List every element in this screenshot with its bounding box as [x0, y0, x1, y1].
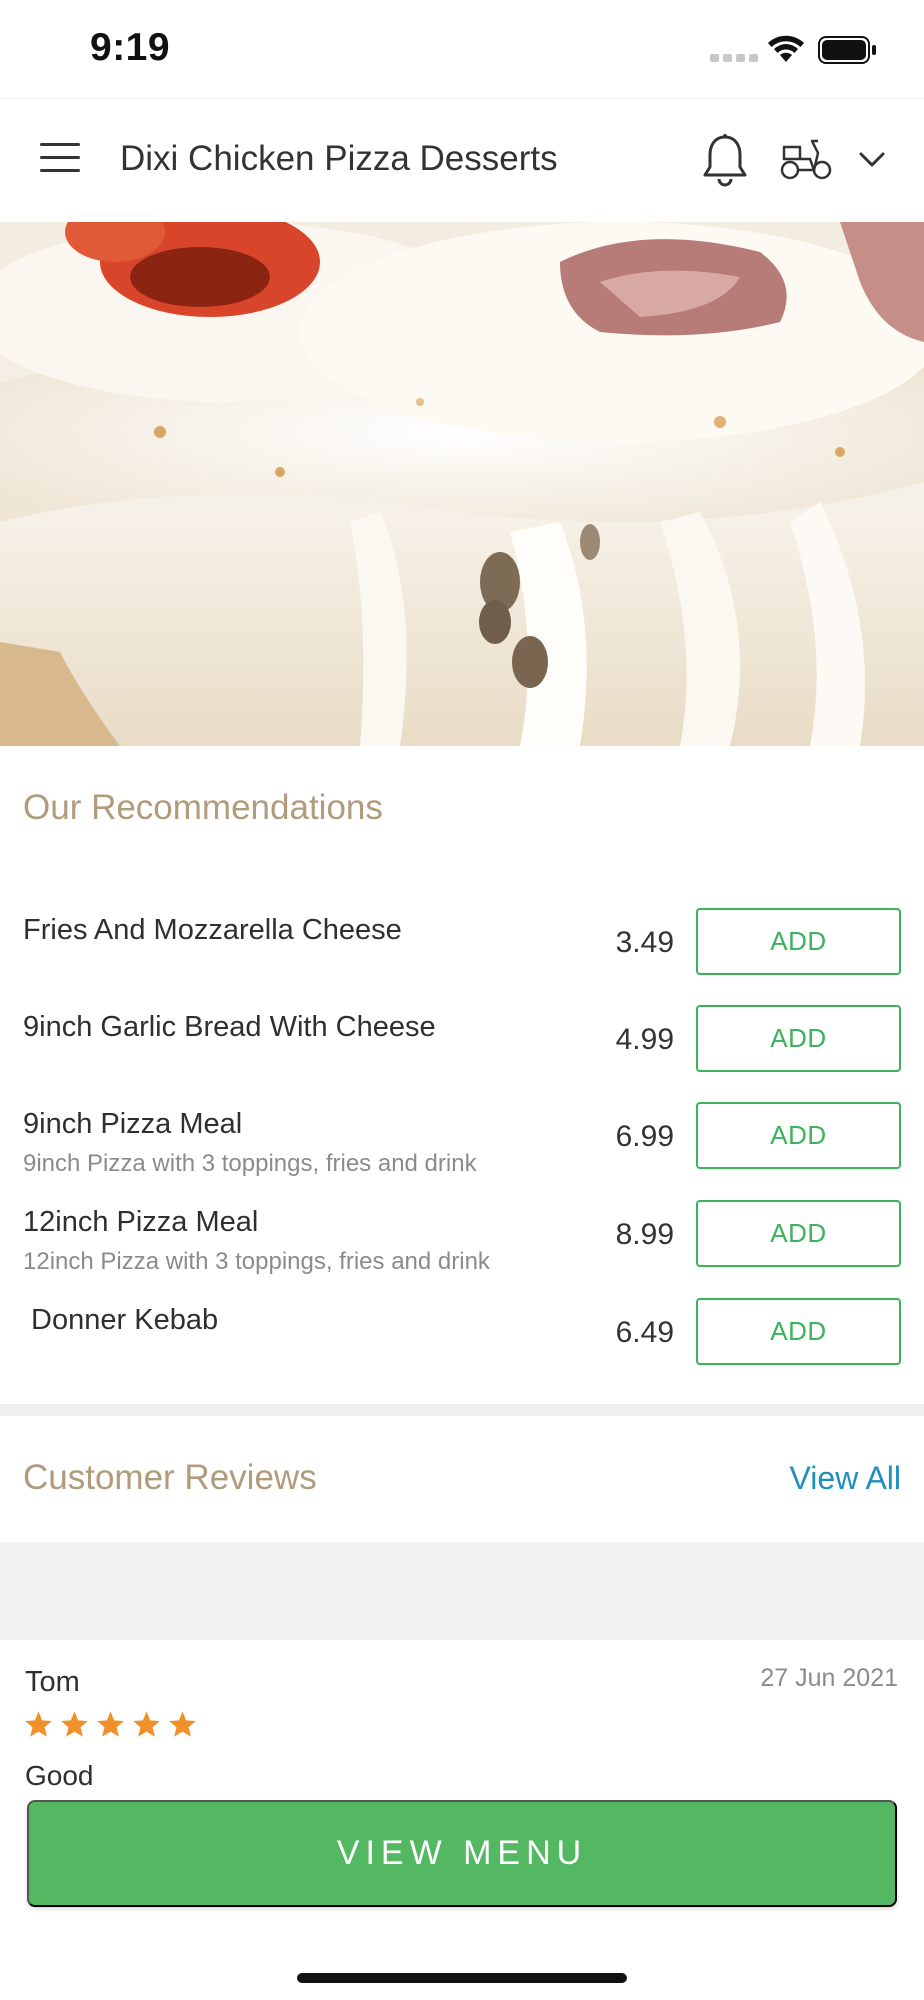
item-name: 9inch Garlic Bread With Cheese	[23, 1011, 436, 1043]
status-bar: 9:19	[0, 0, 924, 98]
app-header: Dixi Chicken Pizza Desserts	[0, 98, 924, 222]
reviews-carousel-gap	[0, 1542, 924, 1640]
review-card: Tom 27 Jun 2021 Good	[0, 1640, 924, 1800]
notification-bell-icon[interactable]	[700, 133, 750, 187]
list-item: 12inch Pizza Meal 12inch Pizza with 3 to…	[0, 1200, 924, 1296]
hero-pizza-image	[0, 222, 924, 746]
list-item: Donner Kebab 6.49 ADD	[0, 1298, 924, 1394]
item-name: Donner Kebab	[23, 1304, 219, 1336]
view-all-reviews-link[interactable]: View All	[790, 1460, 901, 1497]
star-rating	[24, 1710, 197, 1738]
item-description: 9inch Pizza with 3 toppings, fries and d…	[23, 1150, 477, 1177]
star-icon	[61, 1711, 88, 1737]
item-price: 3.49	[615, 926, 674, 959]
list-item: Fries And Mozzarella Cheese 3.49 ADD	[0, 908, 924, 1004]
hamburger-menu-icon[interactable]	[40, 143, 80, 173]
review-text: Good	[25, 1760, 94, 1791]
add-button[interactable]: ADD	[696, 1005, 901, 1072]
cellular-signal-icon	[710, 54, 758, 62]
list-item: 9inch Pizza Meal 9inch Pizza with 3 topp…	[0, 1102, 924, 1198]
reviews-title: Customer Reviews	[23, 1458, 317, 1497]
item-price: 4.99	[615, 1023, 674, 1056]
item-name: 9inch Pizza Meal	[23, 1108, 243, 1140]
item-description: 12inch Pizza with 3 toppings, fries and …	[23, 1248, 490, 1275]
reviewer-name: Tom	[25, 1666, 80, 1698]
section-divider	[0, 1404, 924, 1416]
wifi-icon	[768, 35, 804, 62]
add-button[interactable]: ADD	[696, 1200, 901, 1267]
star-icon	[25, 1711, 52, 1737]
page-title: Dixi Chicken Pizza Desserts	[120, 139, 558, 178]
item-price: 8.99	[615, 1218, 674, 1251]
add-button[interactable]: ADD	[696, 1102, 901, 1169]
home-indicator	[297, 1973, 627, 1983]
item-price: 6.99	[615, 1120, 674, 1153]
review-date: 27 Jun 2021	[760, 1664, 898, 1692]
star-icon	[169, 1711, 196, 1737]
star-icon	[97, 1711, 124, 1737]
recommendations-title: Our Recommendations	[23, 788, 383, 827]
status-time: 9:19	[90, 26, 171, 69]
pizza-illustration	[0, 222, 924, 746]
chevron-down-icon[interactable]	[858, 151, 886, 169]
delivery-scooter-icon[interactable]	[778, 137, 834, 181]
battery-icon	[818, 36, 876, 64]
list-item: 9inch Garlic Bread With Cheese 4.99 ADD	[0, 1005, 924, 1101]
item-name: 12inch Pizza Meal	[23, 1206, 259, 1238]
view-menu-button[interactable]: VIEW MENU	[27, 1800, 897, 1907]
add-button[interactable]: ADD	[696, 908, 901, 975]
star-icon	[133, 1711, 160, 1737]
item-name: Fries And Mozzarella Cheese	[23, 914, 402, 946]
add-button[interactable]: ADD	[696, 1298, 901, 1365]
item-price: 6.49	[615, 1316, 674, 1349]
